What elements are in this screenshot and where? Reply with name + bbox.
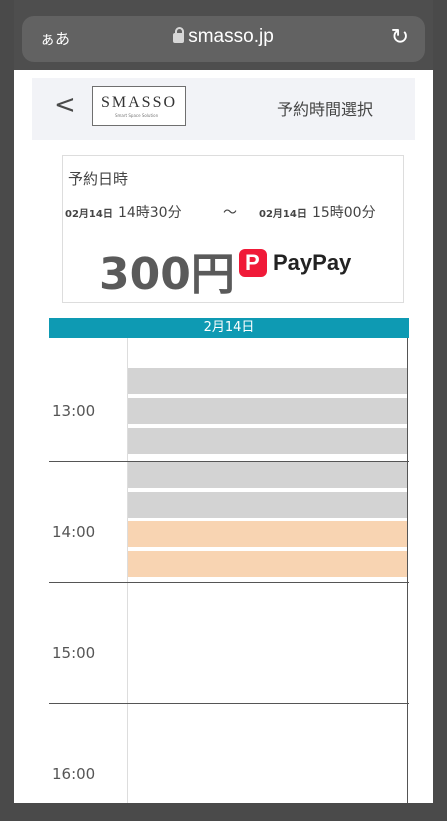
time-slot[interactable]: [128, 492, 407, 520]
address-bar[interactable]: ぁあ smasso.jp ↻: [22, 16, 425, 62]
calendar-date-header: 2月14日: [49, 318, 409, 338]
calendar-border: [407, 338, 408, 808]
end-date: 02月14日: [259, 209, 307, 220]
device-bottom-edge: [0, 803, 447, 821]
paypay-logo-icon: [239, 249, 267, 277]
url-display[interactable]: smasso.jp: [22, 26, 425, 48]
reservation-datetime-label: 予約日時: [68, 170, 129, 188]
logo-subtitle: Smart Space Solution: [115, 113, 159, 118]
back-icon[interactable]: <: [54, 90, 76, 120]
hour-label: 14:00: [52, 523, 96, 541]
selected-time-slot[interactable]: [128, 551, 407, 579]
selected-time-slot[interactable]: [128, 521, 407, 549]
device-edge-left: [0, 0, 14, 821]
end-datetime: 02月14日 15時00分: [259, 202, 376, 222]
start-time: 14時30分: [117, 205, 182, 221]
hour-divider: [49, 703, 409, 704]
phone-screen: ぁあ smasso.jp ↻ < SMASSO Smart Space Solu…: [0, 0, 447, 821]
hour-divider: [49, 461, 409, 462]
end-time: 15時00分: [311, 205, 376, 221]
smasso-logo[interactable]: SMASSO Smart Space Solution: [92, 86, 186, 126]
time-slot[interactable]: [128, 398, 407, 426]
browser-toolbar: ぁあ smasso.jp ↻: [14, 0, 433, 70]
logo-text: SMASSO: [101, 94, 178, 111]
time-slot-calendar: 13:00 14:00 15:00 16:00: [49, 338, 409, 808]
price: 300円: [99, 249, 235, 300]
reservation-summary: 予約日時 02月14日 14時30分 〜 02月14日 15時00分 300円 …: [62, 155, 404, 303]
reservation-time-range: 02月14日 14時30分 〜 02月14日 15時00分: [63, 198, 403, 224]
app-header: < SMASSO Smart Space Solution 予約時間選択: [32, 78, 415, 140]
hour-label: 15:00: [52, 644, 96, 662]
page-title: 予約時間選択: [276, 100, 373, 119]
hour-divider: [49, 582, 409, 583]
start-date: 02月14日: [65, 209, 113, 220]
lock-icon: [173, 27, 185, 43]
time-slot[interactable]: [128, 462, 407, 490]
range-separator: 〜: [223, 205, 237, 221]
hour-label: 13:00: [52, 402, 96, 420]
url-text: smasso.jp: [188, 26, 274, 47]
time-slot[interactable]: [128, 428, 407, 456]
paypay-label: PayPay: [273, 250, 352, 275]
reload-icon[interactable]: ↻: [391, 25, 409, 50]
start-datetime: 02月14日 14時30分: [65, 202, 182, 222]
hour-label: 16:00: [52, 765, 96, 783]
time-slot[interactable]: [128, 368, 407, 396]
device-edge-right: [433, 0, 447, 821]
